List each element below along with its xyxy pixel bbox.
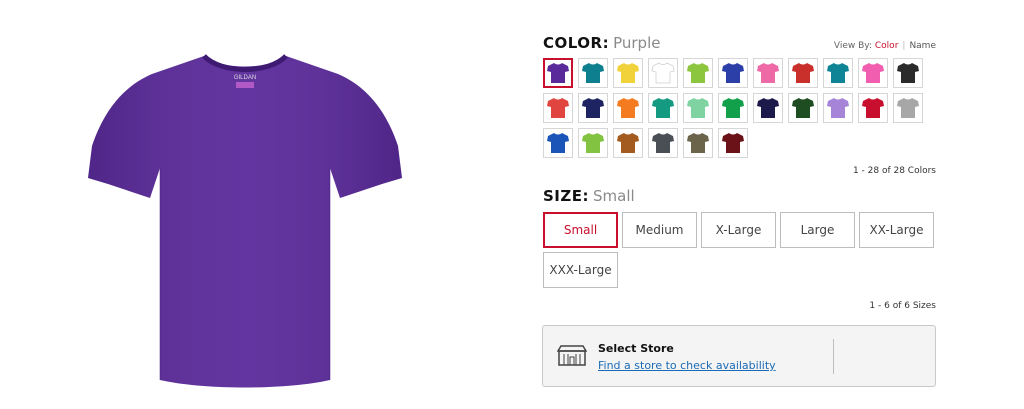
view-by-separator: | [902,41,906,51]
color-swatch[interactable] [578,93,608,123]
tshirt-swatch-icon [827,63,849,83]
color-swatch[interactable] [683,128,713,158]
tshirt-swatch-icon [722,63,744,83]
color-section: COLOR: Purple View By: Color | Name 1 - 28 … [543,34,936,176]
color-header: COLOR: Purple View By: Color | Name [543,34,936,52]
size-option-button[interactable]: Small [543,212,618,248]
color-title: COLOR: Purple [543,34,660,52]
color-swatch[interactable] [788,93,818,123]
color-swatch[interactable] [788,58,818,88]
color-swatch[interactable] [753,93,783,123]
tshirt-swatch-icon [757,98,779,118]
tshirt-swatch-icon [687,133,709,153]
color-label: COLOR: [543,34,610,52]
tshirt-swatch-icon [652,133,674,153]
view-by-label: View By: [833,41,873,51]
view-by-name-option[interactable]: Name [909,41,936,51]
color-swatch[interactable] [648,128,678,158]
view-by-color-option[interactable]: Color [875,41,899,51]
find-store-link[interactable]: Find a store to check availability [598,359,776,372]
tshirt-swatch-icon [897,63,919,83]
color-swatch[interactable] [823,93,853,123]
store-icon [556,345,588,367]
tshirt-swatch-icon [792,63,814,83]
store-divider [833,339,834,374]
tshirt-swatch-icon [722,133,744,153]
color-swatch[interactable] [648,93,678,123]
tshirt-swatch-icon [617,63,639,83]
size-section: SIZE: Small Small Medium X-Large Large XX-Lar… [543,187,936,288]
color-swatch[interactable] [683,58,713,88]
tshirt-swatch-icon [792,98,814,118]
color-swatch[interactable] [613,128,643,158]
color-swatch[interactable] [578,58,608,88]
color-swatch[interactable] [648,58,678,88]
tshirt-swatch-icon [651,62,675,84]
color-swatch[interactable] [893,58,923,88]
store-selector[interactable]: Select Store Find a store to check avail… [542,325,936,387]
color-count: 1 - 28 of 28 Colors [852,166,936,176]
color-swatch[interactable] [823,58,853,88]
size-option-button[interactable]: XXX-Large [543,252,618,288]
tshirt-swatch-icon [687,98,709,118]
tshirt-swatch-icon [652,98,674,118]
color-swatch[interactable] [753,58,783,88]
tshirt-swatch-icon [897,98,919,118]
size-header: SIZE: Small [543,187,936,205]
tshirt-swatch-icon [582,133,604,153]
color-swatch[interactable] [578,128,608,158]
selected-size-value: Small [593,187,635,205]
tshirt-swatch-icon [862,63,884,83]
size-option-button[interactable]: Large [780,212,855,248]
tshirt-swatch-icon [582,63,604,83]
color-swatch[interactable] [613,93,643,123]
color-swatch[interactable] [718,58,748,88]
tshirt-swatch-icon [687,63,709,83]
color-swatch[interactable] [543,58,573,88]
tshirt-swatch-icon [617,98,639,118]
color-swatch[interactable] [858,58,888,88]
color-swatch[interactable] [683,93,713,123]
color-swatch[interactable] [718,128,748,158]
tshirt-swatch-icon [547,63,569,83]
color-swatch[interactable] [718,93,748,123]
color-swatch-grid [543,58,936,158]
size-count: 1 - 6 of 6 Sizes [869,301,936,311]
select-store-title: Select Store [598,342,674,355]
size-option-button[interactable]: XX-Large [859,212,934,248]
color-swatch[interactable] [543,93,573,123]
color-swatch[interactable] [613,58,643,88]
tag-label: GILDAN [234,75,256,81]
size-option-button[interactable]: Medium [622,212,697,248]
tshirt-image: GILDAN [88,54,402,388]
size-option-button[interactable]: X-Large [701,212,776,248]
tshirt-swatch-icon [547,98,569,118]
tshirt-swatch-icon [722,98,744,118]
tshirt-swatch-icon [757,63,779,83]
tshirt-swatch-icon [617,133,639,153]
size-label: SIZE: [543,187,590,205]
size-title: SIZE: Small [543,187,635,205]
tshirt-swatch-icon [827,98,849,118]
tshirt-swatch-icon [582,98,604,118]
color-swatch[interactable] [543,128,573,158]
selected-color-value: Purple [613,34,661,52]
product-image: GILDAN [86,50,404,392]
color-swatch[interactable] [893,93,923,123]
tshirt-swatch-icon [547,133,569,153]
tshirt-swatch-icon [862,98,884,118]
view-by-toggle: View By: Color | Name [834,41,936,51]
color-swatch[interactable] [858,93,888,123]
size-options: Small Medium X-Large Large XX-Large XXX-Large [543,212,936,288]
